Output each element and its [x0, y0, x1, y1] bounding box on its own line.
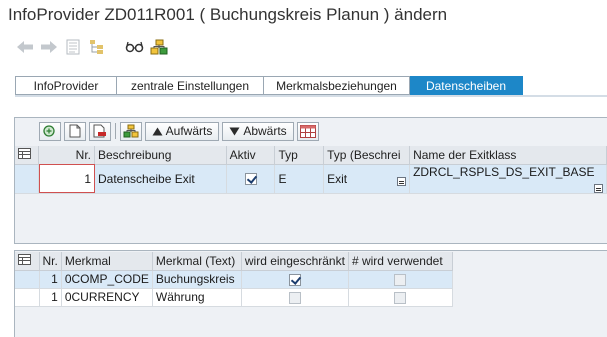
exit-table-header: Nr. Beschreibung Aktiv Typ Typ (Beschrei…: [15, 146, 607, 165]
cell-typ[interactable]: E: [274, 164, 325, 194]
eingeschraenkt-checkbox[interactable]: [288, 273, 301, 286]
col-typ[interactable]: Typ: [274, 146, 325, 165]
select-all-icon[interactable]: [15, 252, 40, 271]
cell-nr[interactable]: 1: [38, 164, 95, 194]
delete-row-button[interactable]: [89, 121, 111, 141]
cell-aktiv[interactable]: [226, 164, 276, 194]
col-nr[interactable]: Nr.: [39, 252, 62, 271]
cell-eingeschraenkt[interactable]: [241, 270, 349, 289]
exit-table: Nr. Beschreibung Aktiv Typ Typ (Beschrei…: [15, 146, 607, 194]
row-selector[interactable]: [15, 288, 40, 307]
glasses-icon[interactable]: [124, 37, 146, 57]
cell-beschreibung[interactable]: Datenscheibe Exit: [94, 164, 227, 194]
cell-nr: 1: [39, 288, 62, 307]
tab-zentrale-einstellungen[interactable]: zentrale Einstellungen: [117, 76, 264, 95]
tab-strip: InfoProvider zentrale Einstellungen Merk…: [15, 76, 523, 95]
cell-typ-text[interactable]: Exit: [323, 164, 411, 194]
forward-arrow-icon[interactable]: [38, 37, 60, 57]
exitklasse-value: ZDRCL_RSPLS_DS_EXIT_BASE: [413, 164, 595, 179]
cell-verwendet: [348, 288, 453, 307]
row-selector[interactable]: [15, 270, 40, 289]
move-up-button[interactable]: Aufwärts: [145, 121, 219, 141]
cell-merkmal: 0COMP_CODE: [61, 270, 153, 289]
col-aktiv[interactable]: Aktiv: [226, 146, 276, 165]
triangle-up-icon: [152, 127, 163, 135]
append-row-button[interactable]: [64, 121, 86, 141]
tab-merkmalsbeziehungen[interactable]: Merkmalsbeziehungen: [264, 76, 410, 95]
col-merkmal[interactable]: Merkmal: [61, 252, 153, 271]
cell-eingeschraenkt[interactable]: [241, 288, 349, 307]
cell-merkmal-text: Buchungskreis: [152, 270, 242, 289]
tab-infoprovider[interactable]: InfoProvider: [15, 76, 117, 95]
back-arrow-icon[interactable]: [14, 37, 36, 57]
table-row[interactable]: 1 0CURRENCY Währung: [15, 288, 453, 307]
move-up-label: Aufwärts: [165, 124, 213, 138]
value-help-icon[interactable]: [397, 176, 407, 186]
overview-icon[interactable]: [62, 37, 84, 57]
window-title: InfoProvider ZD011R001 ( Buchungskreis P…: [8, 5, 448, 24]
toolbar-separator: [115, 123, 116, 139]
move-down-label: Abwärts: [243, 124, 287, 138]
typ-text-value: Exit: [327, 171, 348, 186]
value-help-icon[interactable]: [594, 183, 603, 192]
grid-toolbar: Aufwärts Abwärts: [39, 121, 322, 141]
move-down-button[interactable]: Abwärts: [222, 121, 294, 141]
col-beschreibung[interactable]: Beschreibung: [94, 146, 227, 165]
cell-merkmal: 0CURRENCY: [61, 288, 153, 307]
col-typ-beschreibung[interactable]: Typ (Beschrei: [323, 146, 411, 165]
verwendet-checkbox: [394, 273, 407, 286]
exit-grid-panel: Aufwärts Abwärts Nr. Beschreibung Aktiv …: [14, 117, 607, 244]
triangle-down-icon: [229, 127, 240, 135]
activate-icon[interactable]: [120, 121, 142, 141]
tab-underline: [15, 95, 607, 97]
merkmal-table-header: Nr. Merkmal Merkmal (Text) wird eingesch…: [15, 252, 453, 271]
cell-nr: 1: [39, 270, 62, 289]
cell-exitklasse[interactable]: ZDRCL_RSPLS_DS_EXIT_BASE: [409, 164, 607, 194]
verwendet-checkbox: [394, 291, 407, 304]
cell-merkmal-text: Währung: [152, 288, 242, 307]
select-all-icon[interactable]: [15, 146, 40, 165]
tab-datenscheiben[interactable]: Datenscheiben: [410, 76, 523, 95]
col-exitklasse[interactable]: Name der Exitklass: [409, 146, 607, 165]
table-row[interactable]: 1 0COMP_CODE Buchungskreis: [15, 270, 453, 289]
details-button[interactable]: [39, 121, 61, 141]
cell-verwendet: [348, 270, 453, 289]
aktiv-checkbox[interactable]: [244, 173, 257, 186]
table-layout-button[interactable]: [297, 121, 319, 141]
eingeschraenkt-checkbox[interactable]: [288, 291, 301, 304]
application-toolbar: [14, 36, 172, 58]
col-merkmal-text[interactable]: Merkmal (Text): [152, 252, 242, 271]
row-selector[interactable]: [15, 164, 40, 194]
col-wird-verwendet[interactable]: # wird verwendet: [348, 252, 453, 271]
table-row[interactable]: 1 Datenscheibe Exit E Exit ZDRCL_RSPLS_D…: [15, 164, 607, 194]
col-wird-eingeschraenkt[interactable]: wird eingeschränkt: [241, 252, 349, 271]
activate-icon[interactable]: [148, 37, 170, 57]
merkmal-table: Nr. Merkmal Merkmal (Text) wird eingesch…: [15, 252, 453, 307]
hierarchy-icon[interactable]: [86, 37, 108, 57]
col-nr[interactable]: Nr.: [38, 146, 95, 165]
merkmal-grid-panel: Nr. Merkmal Merkmal (Text) wird eingesch…: [14, 250, 607, 337]
